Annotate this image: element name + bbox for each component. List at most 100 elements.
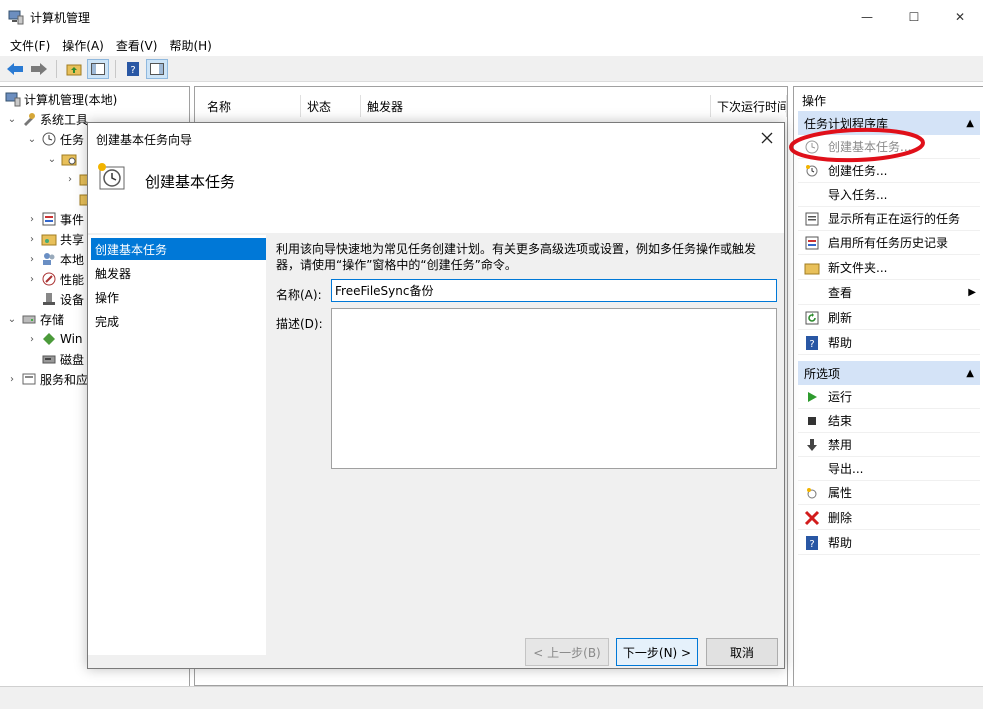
wizard-title-bar: 创建基本任务向导	[88, 123, 784, 153]
menu-file[interactable]: 文件(F)	[4, 34, 56, 56]
column-header-status[interactable]: 状态	[301, 95, 361, 117]
toolbar-separator	[56, 59, 57, 78]
tree-item-performance[interactable]: › 性能	[26, 269, 84, 289]
menu-view[interactable]: 查看(V)	[110, 34, 164, 56]
show-hide-tree-button[interactable]	[87, 58, 109, 79]
action-run[interactable]: 运行	[798, 385, 980, 409]
tree-item-label: 本地	[60, 252, 85, 267]
forward-button[interactable]	[28, 59, 50, 79]
collapsed-chevron-icon[interactable]: ›	[26, 254, 38, 265]
storage-icon	[21, 311, 37, 327]
action-end[interactable]: 结束	[798, 409, 980, 433]
action-enable-history[interactable]: 启用所有任务历史记录	[798, 231, 980, 255]
tree-item-device-manager[interactable]: 设备	[38, 289, 84, 309]
action-refresh[interactable]: 刷新	[798, 306, 980, 330]
menu-action[interactable]: 操作(A)	[56, 34, 110, 56]
step-action[interactable]: 操作	[91, 286, 266, 308]
tree-item-storage[interactable]: ⌄ 存储	[6, 309, 64, 329]
name-input[interactable]	[331, 279, 777, 302]
tree-item-system-tools[interactable]: ⌄ 系统工具	[6, 109, 88, 129]
column-header-next-run[interactable]: 下次运行时间	[711, 95, 787, 117]
minimize-icon: —	[861, 10, 873, 24]
section-header-label: 任务计划程序库	[804, 116, 889, 131]
step-trigger[interactable]: 触发器	[91, 262, 266, 284]
expanded-chevron-icon[interactable]: ⌄	[6, 114, 18, 125]
tree-item-label: 系统工具	[40, 112, 89, 127]
back-button[interactable]: < 上一步(B)	[525, 638, 609, 666]
collapsed-chevron-icon[interactable]: ›	[26, 234, 38, 245]
view-icon	[804, 285, 820, 301]
wizard-banner: 创建基本任务	[88, 153, 784, 233]
tree-item-disk-management[interactable]: 磁盘	[38, 349, 84, 369]
shared-folder-icon	[41, 231, 57, 247]
name-label: 名称(A):	[276, 288, 322, 302]
expanded-chevron-icon[interactable]: ⌄	[26, 134, 38, 145]
tree-item-event-viewer[interactable]: › 事件	[26, 209, 84, 229]
wizard-close-button[interactable]	[756, 127, 778, 149]
wizard-title: 创建基本任务向导	[96, 133, 193, 147]
collapsed-chevron-icon[interactable]: ›	[64, 174, 76, 185]
new-folder-icon	[804, 260, 820, 276]
tree-item-task-scheduler[interactable]: ⌄ 任务	[26, 129, 84, 149]
close-button[interactable]: ✕	[937, 0, 983, 34]
back-button[interactable]	[4, 59, 26, 79]
column-header-name[interactable]: 名称	[201, 95, 301, 117]
submenu-arrow-icon: ▶	[968, 287, 976, 298]
action-help-selected[interactable]: ? 帮助	[798, 531, 980, 555]
backup-icon	[41, 331, 57, 347]
tree-item-shared-folders[interactable]: › 共享	[26, 229, 84, 249]
action-new-folder[interactable]: 新文件夹...	[798, 256, 980, 280]
tree-root[interactable]: 计算机管理(本地)	[2, 89, 117, 109]
collapsed-chevron-icon[interactable]: ›	[26, 334, 38, 345]
tree-item-label: 性能	[60, 272, 85, 287]
expanded-chevron-icon[interactable]: ⌄	[6, 314, 18, 325]
expanded-chevron-icon[interactable]: ⌄	[46, 154, 58, 165]
create-basic-task-wizard: 创建基本任务向导 创建基本任务 创建基本任务 触发器 操作 完成 利用该向导快速…	[87, 122, 785, 669]
section-header-selected-item[interactable]: 所选项 ▲	[798, 361, 980, 385]
action-label: 创建任务...	[828, 164, 888, 178]
action-disable[interactable]: 禁用	[798, 433, 980, 457]
action-delete[interactable]: 删除	[798, 506, 980, 530]
run-icon	[804, 389, 820, 405]
clock-icon	[41, 131, 57, 147]
next-button[interactable]: 下一步(N) >	[616, 638, 698, 666]
collapse-arrow-icon[interactable]: ▲	[966, 118, 974, 129]
show-hide-action-pane-button[interactable]	[146, 58, 168, 79]
help-button[interactable]: ?	[122, 59, 144, 79]
cancel-button[interactable]: 取消	[706, 638, 778, 666]
action-create-basic-task[interactable]: 创建基本任务...	[798, 135, 980, 159]
action-label: 运行	[828, 390, 853, 404]
collapsed-chevron-icon[interactable]: ›	[6, 374, 18, 385]
tree-item-task-library[interactable]: ⌄	[46, 149, 80, 169]
action-properties[interactable]: 属性	[798, 481, 980, 505]
column-header-triggers[interactable]: 触发器	[361, 95, 711, 117]
description-input[interactable]	[331, 308, 777, 469]
computer-management-icon	[8, 9, 24, 25]
tree-item-local-users[interactable]: › 本地	[26, 249, 84, 269]
action-display-running-tasks[interactable]: 显示所有正在运行的任务	[798, 207, 980, 231]
action-help[interactable]: ? 帮助	[798, 331, 980, 355]
action-view[interactable]: 查看 ▶	[798, 281, 980, 305]
performance-icon	[41, 271, 57, 287]
step-finish[interactable]: 完成	[91, 310, 266, 332]
collapsed-chevron-icon[interactable]: ›	[26, 214, 38, 225]
action-label: 导出...	[828, 462, 864, 476]
menu-help[interactable]: 帮助(H)	[163, 34, 217, 56]
collapse-arrow-icon[interactable]: ▲	[966, 368, 974, 379]
tree-item-label: 任务	[60, 132, 85, 147]
action-import-task[interactable]: 导入任务...	[798, 183, 980, 207]
action-export[interactable]: 导出...	[798, 457, 980, 481]
services-icon	[21, 371, 37, 387]
collapsed-chevron-icon[interactable]: ›	[26, 274, 38, 285]
step-create-basic-task[interactable]: 创建基本任务	[91, 238, 266, 260]
minimize-button[interactable]: —	[844, 0, 890, 34]
tree-item-windows-backup[interactable]: › Win	[26, 329, 83, 349]
up-folder-button[interactable]	[63, 59, 85, 79]
action-create-task[interactable]: 创建任务...	[798, 159, 980, 183]
tree-item-services-apps[interactable]: › 服务和应	[6, 369, 88, 389]
section-header-task-library[interactable]: 任务计划程序库 ▲	[798, 111, 980, 135]
actions-title: 操作	[802, 93, 827, 108]
close-icon	[761, 132, 773, 144]
tree-item-label: 设备	[60, 292, 85, 307]
maximize-button[interactable]: ☐	[891, 0, 937, 34]
